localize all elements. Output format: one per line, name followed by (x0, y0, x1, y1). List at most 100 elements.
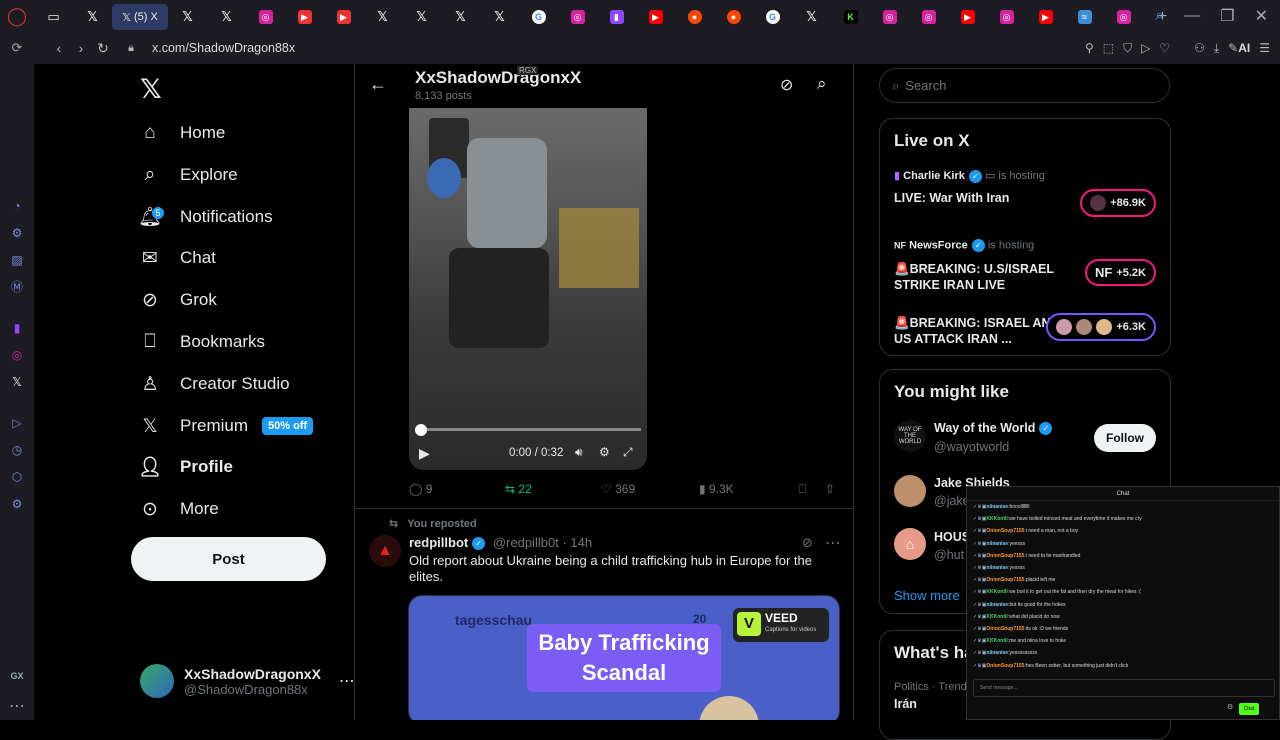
live-host[interactable]: ▮ Charlie Kirk ✓ ▭ is hosting (894, 169, 1045, 183)
more-dots-icon[interactable]: ⋯ (825, 533, 841, 553)
live-listeners-pill[interactable]: NF +5.2K (1084, 259, 1156, 286)
tab-x[interactable]: 𝕏 (73, 4, 112, 30)
account-icon[interactable]: ⚇ (1194, 41, 1205, 55)
search-icon[interactable]: ⌕ (817, 74, 827, 94)
nav-home[interactable]: ⌂ Home (138, 113, 225, 153)
tab-youtube[interactable]: ▶ (1026, 4, 1065, 30)
chat-username[interactable]: niinanise (986, 504, 1008, 510)
x-sidebar-icon[interactable]: 𝕏 (0, 368, 34, 395)
tab-instagram[interactable]: ◎ (246, 4, 285, 30)
fullscreen-icon[interactable]: ⤢ (623, 445, 633, 460)
chat-username[interactable]: OnionSoup7155 (986, 528, 1024, 534)
tab-youtube[interactable]: ▶ (636, 4, 675, 30)
messenger-icon[interactable]: Ⓜ (0, 273, 34, 300)
history-icon[interactable]: ◷ (0, 436, 34, 463)
settings-icon[interactable]: ⚙ (0, 490, 34, 517)
tweet-author[interactable]: redpillbot (409, 535, 468, 550)
play-icon[interactable]: ▶ (419, 445, 430, 462)
nav-chat[interactable]: ✉ Chat (138, 238, 216, 278)
post-button[interactable]: Post (131, 537, 326, 581)
nav-bookmarks[interactable]: ⎕ Bookmarks (138, 322, 265, 362)
tab-x[interactable]: 𝕏 (363, 4, 402, 30)
tab-google[interactable]: G (519, 4, 558, 30)
nav-grok[interactable]: ⊘ Grok (138, 280, 217, 320)
nav-profile[interactable]: 👤︎ Profile (138, 447, 233, 487)
aria-icon[interactable]: ◔ (0, 192, 34, 219)
tweet-media[interactable]: tagesschau 20 Baby Trafficking Scandal V… (408, 595, 840, 720)
tab-x[interactable]: 𝕏 (402, 4, 441, 30)
ai-icon[interactable]: ✎AI (1228, 41, 1250, 55)
tweet-time[interactable]: · 14h (562, 535, 592, 550)
tab-x[interactable]: 𝕏 (168, 4, 207, 30)
maximize-icon[interactable]: ❐ (1220, 6, 1234, 26)
tab-site[interactable]: ≈ (1065, 4, 1104, 30)
tab-x[interactable]: 𝕏 (207, 4, 246, 30)
tab-instagram[interactable]: ◎ (558, 4, 597, 30)
more-dots-icon[interactable]: ⋯ (339, 671, 355, 691)
chat-username[interactable]: KKKontli (986, 516, 1007, 522)
chat-username[interactable]: OnionSoup7155 (986, 577, 1024, 583)
send-icon[interactable]: ▷ (1141, 41, 1150, 55)
heart-icon[interactable]: ♡ (1159, 41, 1170, 55)
reload-icon[interactable]: ↻ (92, 40, 114, 57)
live-title[interactable]: LIVE: War With Iran (894, 191, 1074, 205)
instagram-sidebar-icon[interactable]: ◎ (0, 341, 34, 368)
back-icon[interactable]: ‹ (48, 40, 70, 56)
chat-username[interactable]: OnionSoup7155 (986, 553, 1024, 559)
grok-icon[interactable]: ⊘ (780, 75, 793, 95)
gx-label[interactable]: GX (10, 671, 23, 681)
minimize-icon[interactable]: — (1184, 7, 1200, 25)
nav-creator-studio[interactable]: ♙ Creator Studio (138, 364, 289, 404)
forward-icon[interactable]: › (70, 40, 92, 56)
follow-button[interactable]: Follow (1094, 424, 1156, 452)
close-icon[interactable]: ✕ (1255, 6, 1268, 26)
nav-premium[interactable]: 𝕏 Premium 50% off (138, 406, 314, 446)
tab-x[interactable]: 𝕏 (480, 4, 519, 30)
tab-google[interactable]: G (753, 4, 792, 30)
tab-instagram[interactable]: ◎ (870, 4, 909, 30)
chat-username[interactable]: OnionSoup7155 (986, 663, 1024, 669)
menu-icon[interactable]: ☰ (1259, 41, 1270, 55)
live-listeners-pill[interactable]: +86.9K (1080, 189, 1156, 217)
video-player[interactable]: ▶ 0:00 / 0:32 🔊︎ ⚙ ⤢ (409, 108, 647, 470)
tweet[interactable]: ⇆ You reposted ▲ redpillbot ✓ @redpillb0t… (355, 508, 853, 720)
live-host[interactable]: NF NewsForce ✓ is hosting (894, 239, 1034, 252)
tab-twitch[interactable]: ▮ (597, 4, 636, 30)
tab-workspaces[interactable]: ▭ (34, 4, 73, 30)
tab-instagram[interactable]: ◎ (909, 4, 948, 30)
tab-x[interactable]: 𝕏 (441, 4, 480, 30)
opera-logo-icon[interactable]: ◯ (0, 0, 34, 32)
video-progress-bar[interactable] (415, 428, 641, 431)
more-dots-icon[interactable]: ⋯ (9, 696, 25, 716)
chat-username[interactable]: niinanise (986, 565, 1008, 571)
extensions-icon[interactable]: ⬡ (0, 463, 34, 490)
lock-icon[interactable]: 🔒︎ (120, 42, 142, 55)
chat-username[interactable]: KKKontli (986, 589, 1007, 595)
tab-reddit[interactable]: ● (675, 4, 714, 30)
live-title[interactable]: 🚨BREAKING: ISRAEL AND US ATTACK IRAN ... (894, 315, 1064, 347)
chat-username[interactable]: niinanise (986, 602, 1008, 608)
download-icon[interactable]: ⤓ (1214, 41, 1219, 56)
avatar[interactable] (894, 475, 926, 507)
chat-send-button[interactable]: Chat (1239, 703, 1259, 715)
chat-username[interactable]: KKKontli (986, 614, 1007, 620)
tab-x[interactable]: 𝕏 (792, 4, 831, 30)
search-input[interactable]: ⌕ Search (879, 68, 1170, 103)
chat-input[interactable]: Send message... (973, 679, 1275, 697)
chat-username[interactable]: KKKontli (986, 638, 1007, 644)
views-button[interactable]: ▮ 9.3K (699, 482, 799, 497)
back-arrow-icon[interactable]: ← (369, 74, 387, 95)
live-listeners-pill[interactable]: +6.3K (1046, 313, 1156, 341)
bot-icon[interactable]: ⚙ (0, 219, 34, 246)
chat-username[interactable]: niinanise (986, 650, 1008, 656)
tab-kick[interactable]: ▶ (285, 4, 324, 30)
tab-x-active[interactable]: 𝕏 (5) X (112, 4, 168, 30)
nav-notifications[interactable]: 🔔︎ 5 Notifications (138, 197, 273, 237)
avatar[interactable]: ⌂ (894, 528, 926, 560)
show-more-link[interactable]: Show more (894, 588, 960, 603)
grok-icon[interactable]: ⊘ (802, 535, 813, 551)
player-icon[interactable]: ▷ (0, 409, 34, 436)
trend-name[interactable]: Irán (894, 697, 917, 711)
tab-reddit[interactable]: ● (714, 4, 753, 30)
pin-icon[interactable]: ⚲ (1085, 41, 1094, 55)
